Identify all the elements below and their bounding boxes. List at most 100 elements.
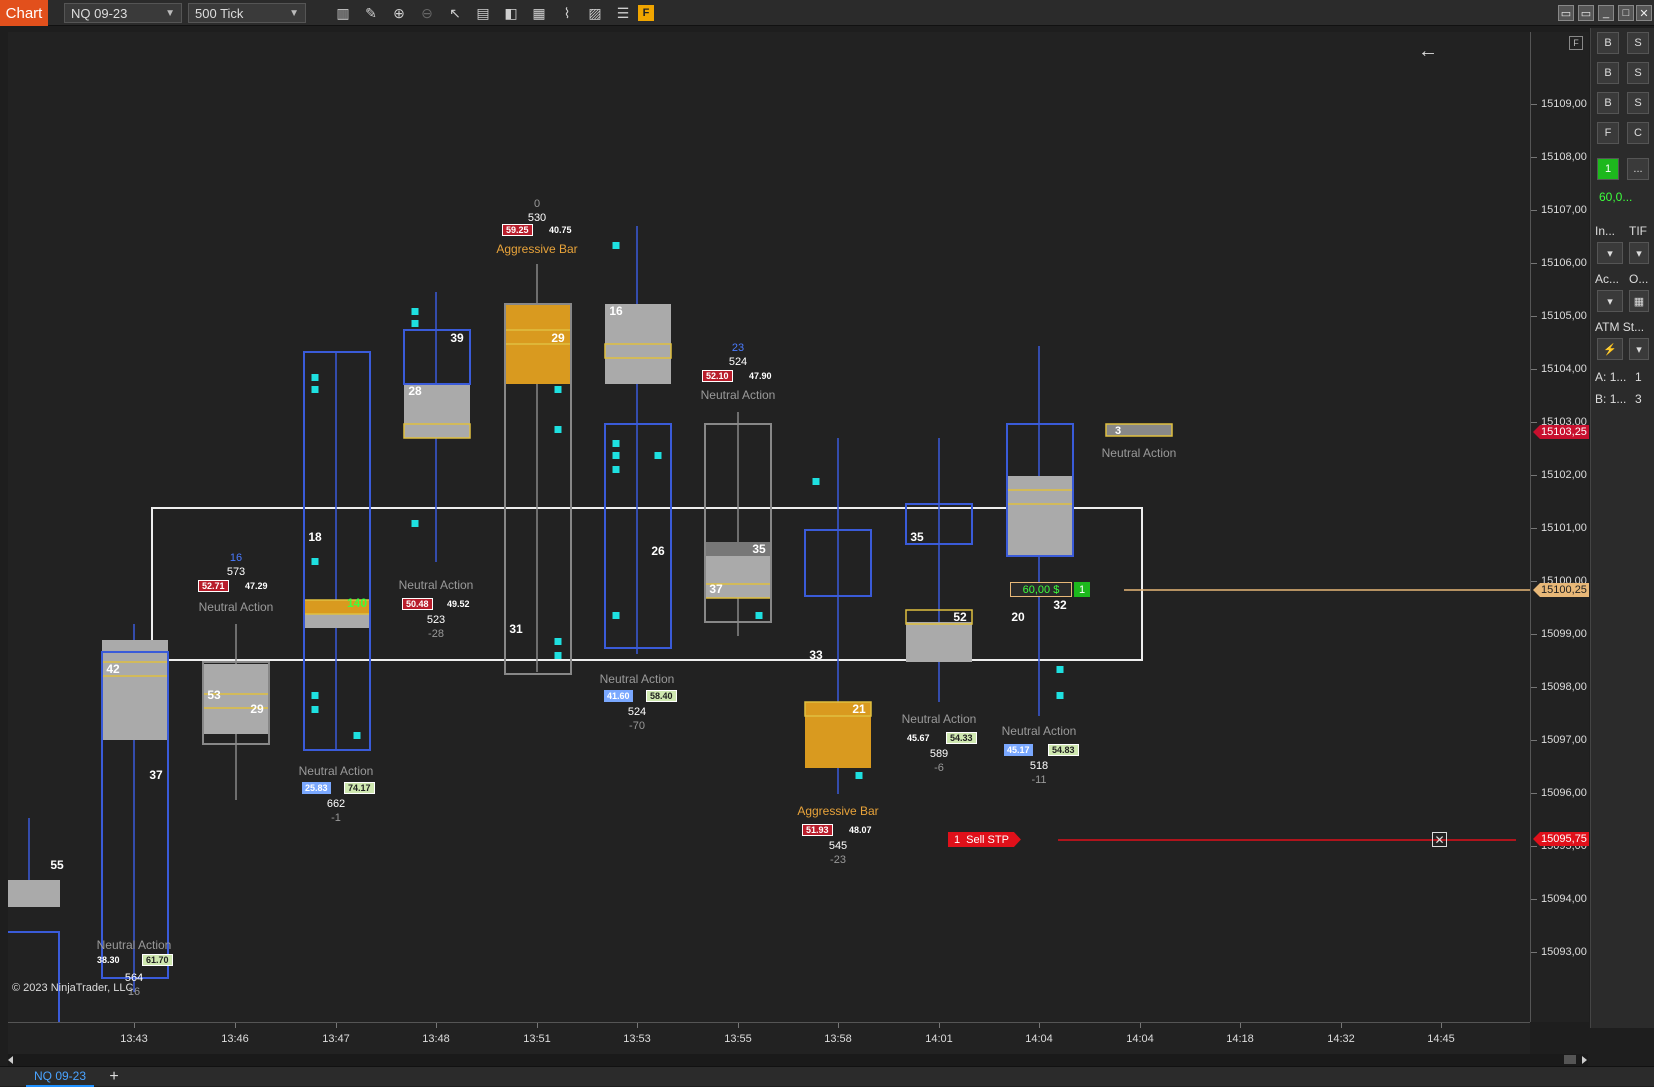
scroll-thumb[interactable] [1564,1055,1576,1064]
price-label: 15107,00 [1541,204,1587,216]
price-axis[interactable]: F 15109,00 15108,00 15107,00 15106,00 15105,… [1530,32,1589,1022]
fp-cell: 35 [910,530,924,544]
flatten-button[interactable]: F [1597,122,1619,144]
time-tick [1441,1023,1442,1028]
sell-limit-button[interactable]: S [1627,62,1649,84]
close-position-button[interactable]: C [1627,122,1649,144]
zoom-in-icon[interactable]: ⊕ [390,4,408,22]
stop-order-label: Sell STP [966,833,1009,846]
pencil-icon[interactable]: ✎ [362,4,380,22]
sell-market-button[interactable]: S [1627,32,1649,54]
strategies-icon[interactable]: ⌇ [558,4,576,22]
price-tick [1531,899,1537,900]
bars-icon[interactable]: ▥ [334,4,352,22]
bar-delta-top: 0 [533,198,541,210]
cancel-order-icon[interactable]: ✕ [1432,832,1447,847]
time-tick [637,1023,638,1028]
calculator-icon[interactable]: ▦ [1629,290,1649,312]
tile-icon[interactable]: ▭ [1558,5,1574,21]
fp-cell: 39 [450,331,464,345]
stop-order-tag[interactable]: 1 Sell STP [948,832,1021,847]
bid-label: B: 1... [1595,392,1627,406]
position-qty-tag[interactable]: 1 [1074,582,1090,597]
chart-plot-area[interactable]: 55 42 37 53 29 18 140 39 28 29 31 16 26 … [8,32,1530,1022]
tif-selector[interactable]: ▾ [1629,242,1649,264]
position-pnl: 60,0... [1599,190,1633,204]
bar-label: Neutral Action [298,764,374,778]
imbalance-marker [311,386,319,393]
fp-cell: 37 [709,582,723,596]
time-tick [1240,1023,1241,1028]
sell-stop-button[interactable]: S [1627,92,1649,114]
imbalance-marker [812,478,820,485]
chart-tab[interactable]: Chart [0,0,48,26]
bar-label: Neutral Action [599,672,675,686]
chart-scrollbar[interactable] [8,1054,1588,1066]
bar-delta: -70 [629,720,645,732]
chevron-down-icon[interactable]: ▾ [1629,338,1649,360]
restore-icon[interactable]: ▭ [1578,5,1594,21]
price-tick [1531,952,1537,953]
buy-stop-button[interactable]: B [1597,92,1619,114]
scroll-right-icon[interactable] [1582,1056,1587,1064]
chevron-down-icon: ▼ [165,7,175,19]
time-axis[interactable]: 13:43 13:46 13:47 13:48 13:51 13:53 13:55 13:58… [8,1022,1530,1054]
time-label: 13:43 [120,1033,148,1045]
interval-selector[interactable]: 500 Tick ▼ [188,3,306,23]
indicators-icon[interactable]: ▨ [586,4,604,22]
bid-pct-badge: 25.83 [302,782,331,794]
bar-volume: 518 [1029,760,1049,772]
imbalance-marker [855,772,863,779]
imbalance-marker [554,386,562,393]
price-tick [1531,687,1537,688]
bid-count: 3 [1635,392,1642,406]
pointer-icon[interactable]: ↖ [446,4,464,22]
atm-strategy-selector[interactable]: ⚡ [1597,338,1623,360]
tab-nq-09-23[interactable]: NQ 09-23 [26,1067,95,1087]
position-pnl-tag[interactable]: 60,00 $ [1010,582,1072,597]
time-label: 13:48 [422,1033,450,1045]
ask-pct-badge: 61.70 [142,954,173,966]
price-label: 15101,00 [1541,522,1587,534]
quantity-selector[interactable]: ▾ [1597,242,1623,264]
properties-icon[interactable]: ◧ [502,4,520,22]
templates-icon[interactable]: ▦ [530,4,548,22]
close-icon[interactable]: ✕ [1636,5,1652,21]
price-label: 15098,00 [1541,681,1587,693]
buy-limit-button[interactable]: B [1597,62,1619,84]
maximize-icon[interactable]: □ [1618,5,1634,21]
chevron-down-icon: ▼ [289,7,299,19]
position-qty[interactable]: 1 [1597,158,1619,180]
bid-pct-badge: 51.93 [802,824,833,836]
f-badge-button[interactable]: F [638,5,654,21]
zoom-out-icon[interactable]: ⊖ [418,4,436,22]
bar-label: Aggressive Bar [797,804,879,818]
bar-delta-top: 23 [731,342,745,354]
add-tab-icon[interactable]: + [104,1068,124,1086]
account-selector[interactable]: ▾ [1597,290,1623,312]
bar-volume: 545 [828,840,848,852]
ask-price-tag: 15103,25 [1533,425,1589,439]
scroll-left-icon[interactable] [8,1056,13,1064]
price-label: 15109,00 [1541,98,1587,110]
imbalance-marker [411,308,419,315]
time-tick [1341,1023,1342,1028]
data-box-icon[interactable]: ▤ [474,4,492,22]
back-arrow-icon[interactable]: ← [1418,40,1438,63]
fp-cell: 31 [509,622,523,636]
bid-pct-badge: 59.25 [502,224,533,236]
minimize-icon[interactable]: _ [1598,5,1614,21]
instrument-selector[interactable]: NQ 09-23 ▼ [64,3,182,23]
bar-label: Aggressive Bar [496,242,578,256]
fp-cell: 28 [408,384,422,398]
instrument-label: In... [1595,224,1616,238]
position-more[interactable]: ... [1627,158,1649,180]
fp-cell: 42 [106,662,120,676]
forming-bar-volume: 3 [1114,425,1122,437]
f-scale-button[interactable]: F [1569,36,1583,50]
fp-cell: 52 [953,610,967,624]
imbalance-marker [311,374,319,381]
buy-market-button[interactable]: B [1597,32,1619,54]
time-label: 14:04 [1126,1033,1154,1045]
list-icon[interactable]: ☰ [614,4,632,22]
